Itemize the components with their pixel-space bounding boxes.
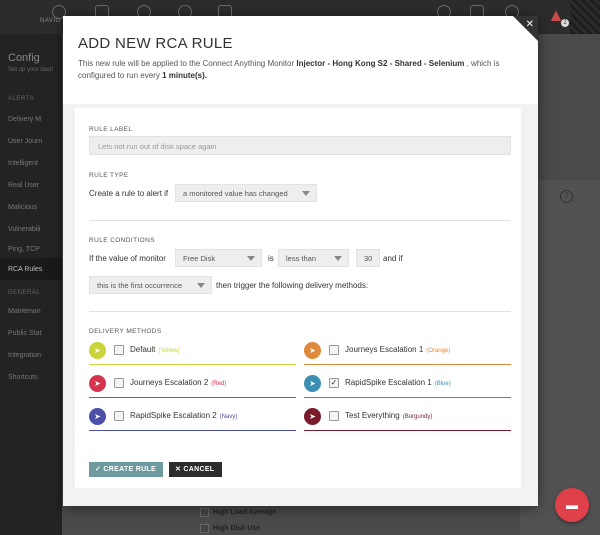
color-underline — [304, 397, 511, 398]
delivery-checkbox[interactable] — [114, 411, 124, 421]
paper-plane-icon: ➤ — [89, 342, 106, 359]
delivery-method-test-everything[interactable]: ➤ Test Everything (Burgundy) — [304, 408, 511, 431]
notification-badge: 2 — [561, 19, 569, 27]
sidebar-item-delivery[interactable]: Delivery M — [8, 116, 41, 123]
chevron-down-icon — [334, 256, 342, 261]
delivery-method-rapidspike-escalation-1[interactable]: ➤ ✓ RapidSpike Escalation 1 (Blue) — [304, 375, 511, 398]
delivery-method-journeys-escalation-1[interactable]: ➤ Journeys Escalation 1 (Orange) — [304, 342, 511, 365]
occurrence-value: this is the first occurrence — [97, 281, 183, 290]
rule-label-input[interactable]: Lets not run out of disk space again — [89, 136, 511, 155]
sidebar-item-real-user[interactable]: Real User — [8, 182, 39, 189]
general-heading: GENERAL — [8, 290, 41, 296]
color-underline — [89, 397, 296, 398]
paper-plane-icon: ➤ — [304, 342, 321, 359]
paper-plane-icon: ➤ — [89, 408, 106, 425]
create-rule-button[interactable]: ✓ CREATE RULE — [89, 462, 163, 477]
delivery-method-default[interactable]: ➤ Default (Yellow) — [89, 342, 296, 365]
bg-check-label: High Disk Use — [213, 525, 261, 532]
sidebar-subtitle: Set up your dash — [8, 67, 54, 73]
sidebar-item-user-journeys[interactable]: User Journ — [8, 138, 42, 145]
delivery-checkbox[interactable] — [114, 378, 124, 388]
delivery-method-label: Journeys Escalation 1 (Orange) — [345, 345, 451, 354]
color-underline — [304, 364, 511, 365]
delivery-method-rapidspike-escalation-2[interactable]: ➤ RapidSpike Escalation 2 (Navy) — [89, 408, 296, 431]
delivery-checkbox[interactable] — [114, 345, 124, 355]
paper-plane-icon: ➤ — [89, 375, 106, 392]
chevron-down-icon — [197, 283, 205, 288]
rule-type-value: a monitored value has changed — [183, 189, 288, 198]
modal-header: ADD NEW RCA RULE This new rule will be a… — [63, 16, 538, 104]
modal-title: ADD NEW RCA RULE — [78, 35, 233, 52]
rule-label-heading: RULE LABEL — [89, 126, 133, 133]
cond-suffix: then trigger the following delivery meth… — [216, 281, 369, 290]
color-underline — [89, 430, 296, 431]
cancel-label: CANCEL — [183, 466, 215, 473]
rule-type-select[interactable]: a monitored value has changed — [175, 184, 317, 202]
delivery-methods-heading: DELIVERY METHODS — [89, 328, 162, 335]
rule-conditions-heading: RULE CONDITIONS — [89, 237, 155, 244]
sidebar: Config Set up your dash ALERTS Delivery … — [0, 34, 62, 535]
delivery-method-label: RapidSpike Escalation 2 (Navy) — [130, 411, 238, 420]
check-icon: ✓ — [95, 466, 102, 473]
cond-prefix: If the value of monitor — [89, 254, 166, 263]
occurrence-select[interactable]: this is the first occurrence — [89, 276, 212, 294]
create-rule-label: CREATE RULE — [103, 466, 156, 473]
bg-checkbox[interactable] — [200, 524, 209, 533]
delivery-method-journeys-escalation-2[interactable]: ➤ Journeys Escalation 2 (Red) — [89, 375, 296, 398]
divider — [89, 311, 511, 312]
sidebar-item-rca-rules[interactable]: RCA Rules — [8, 266, 42, 273]
sidebar-item-shortcuts[interactable]: Shortcuts — [8, 374, 38, 381]
sidebar-item-ping[interactable]: Ping, TCP — [8, 246, 40, 253]
operator-value: less than — [286, 254, 317, 263]
chevron-down-icon — [302, 191, 310, 196]
modal-description: This new rule will be applied to the Con… — [78, 58, 523, 82]
metric-value: Free Disk — [183, 254, 216, 263]
delivery-method-label: Test Everything (Burgundy) — [345, 411, 433, 420]
add-rca-rule-modal: ADD NEW RCA RULE This new rule will be a… — [63, 16, 538, 506]
delivery-method-label: Journeys Escalation 2 (Red) — [130, 378, 227, 387]
color-underline — [89, 364, 296, 365]
desc-prefix: This new rule will be applied to the Con… — [78, 59, 295, 68]
chat-bubble-icon[interactable]: ▬ — [555, 488, 589, 522]
operator-select[interactable]: less than — [278, 249, 349, 267]
alerts-heading: ALERTS — [8, 96, 35, 102]
rule-form: RULE LABEL Lets not run out of disk spac… — [75, 108, 521, 488]
rule-type-heading: RULE TYPE — [89, 172, 129, 179]
sidebar-item-malicious[interactable]: Malicious — [8, 204, 37, 211]
color-underline — [304, 430, 511, 431]
cancel-button[interactable]: ✕ CANCEL — [169, 462, 222, 477]
sidebar-item-maintenance[interactable]: Maintenan — [8, 308, 41, 315]
sidebar-item-public-status[interactable]: Public Stat — [8, 330, 41, 337]
nav-label: NAVIG — [40, 18, 61, 24]
sidebar-item-integrations[interactable]: Integration — [8, 352, 41, 359]
close-icon: ✕ — [175, 466, 182, 473]
sidebar-item-vulnerability[interactable]: Vulnerabili — [8, 226, 40, 233]
delivery-checkbox[interactable] — [329, 345, 339, 355]
sidebar-item-intelligent[interactable]: Intelligent — [8, 160, 38, 167]
monitor-name: Injector - Hong Kong S2 - Shared - Selen… — [296, 59, 465, 68]
delivery-checkbox-checked[interactable]: ✓ — [329, 378, 339, 388]
divider — [89, 220, 511, 221]
rule-type-prefix: Create a rule to alert if — [89, 189, 169, 198]
delivery-checkbox[interactable] — [329, 411, 339, 421]
sidebar-title: Config — [8, 52, 40, 64]
help-icon[interactable]: ? — [560, 190, 573, 203]
run-interval: 1 minute(s). — [162, 71, 207, 80]
delivery-method-label: Default (Yellow) — [130, 345, 180, 354]
cond-and-if: and if — [383, 254, 403, 263]
delivery-method-label: RapidSpike Escalation 1 (Blue) — [345, 378, 451, 387]
bg-check-label: High Load Average — [213, 509, 277, 516]
bg-checkbox[interactable] — [200, 508, 209, 517]
paper-plane-icon: ➤ — [304, 375, 321, 392]
chevron-down-icon — [247, 256, 255, 261]
cond-is: is — [268, 254, 274, 263]
monitor-metric-select[interactable]: Free Disk — [175, 249, 262, 267]
paper-plane-icon: ➤ — [304, 408, 321, 425]
threshold-input[interactable]: 30 — [356, 249, 380, 267]
